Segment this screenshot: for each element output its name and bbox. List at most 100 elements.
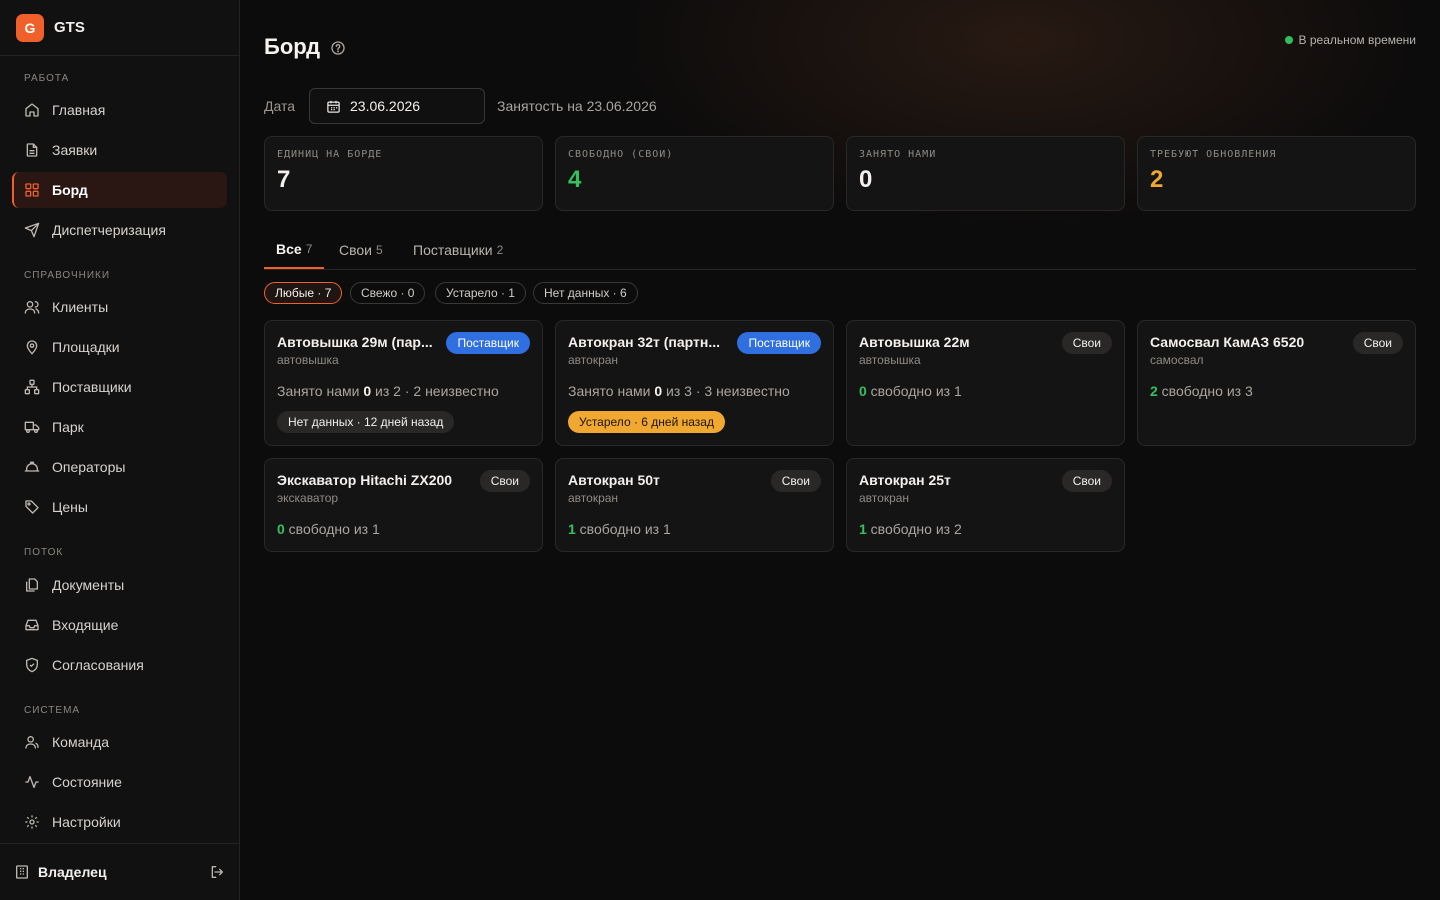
card-availability: 1 свободно из 2 (859, 521, 962, 537)
shield-check-icon (26, 657, 38, 673)
grid-icon (25, 183, 39, 197)
freshness-badge: Устарело · 6 дней назад (568, 411, 725, 433)
tab-all[interactable]: Все 7 (264, 230, 325, 269)
stat-free-own: СВОБОДНО (СВОИ) 4 (555, 136, 834, 211)
equipment-card[interactable]: Автокран 25т автокран Свои 1 свободно из… (846, 458, 1125, 552)
stat-label: ЕДИНИЦ НА БОРДЕ (277, 149, 383, 160)
card-availability: 1 свободно из 1 (568, 521, 671, 537)
live-indicator: В реальном времени (1284, 33, 1416, 47)
availability-count: 1 (568, 521, 576, 537)
filter-chip-fresh[interactable]: Свежо · 0 (350, 282, 426, 304)
sidebar-item-team[interactable]: Команда (12, 724, 227, 760)
sidebar-item-clients[interactable]: Клиенты (12, 289, 227, 325)
calendar-icon (327, 100, 340, 113)
card-title: Автокран 50т (568, 472, 660, 488)
stat-value: 7 (277, 166, 291, 193)
help-icon[interactable] (330, 40, 346, 56)
sidebar-item-approvals[interactable]: Согласования (12, 647, 227, 683)
own-badge: Свои (479, 470, 530, 492)
sidebar-footer: Владелец (0, 843, 239, 900)
availability-count: 0 (277, 521, 285, 537)
equipment-card[interactable]: Самосвал КамАЗ 6520 самосвал Свои 2 своб… (1137, 320, 1416, 446)
stat-value: 4 (568, 166, 582, 193)
live-label: В реальном времени (1298, 33, 1416, 47)
tab-count: 2 (496, 242, 504, 257)
filter-chip-no-data[interactable]: Нет данных · 6 (533, 282, 638, 304)
availability-count: 0 (654, 383, 663, 399)
sidebar-item-inbox[interactable]: Входящие (12, 607, 227, 643)
stat-label: СВОБОДНО (СВОИ) (568, 149, 674, 160)
equipment-card[interactable]: Автокран 32т (партн... автокран Поставщи… (555, 320, 834, 446)
section-label-work: РАБОТА (24, 73, 70, 84)
home-icon (25, 103, 39, 117)
sidebar-item-label: Входящие (52, 617, 119, 633)
filter-chip-stale[interactable]: Устарело · 1 (435, 282, 526, 304)
sidebar-item-status[interactable]: Состояние (12, 764, 227, 800)
equipment-card[interactable]: Автокран 50т автокран Свои 1 свободно из… (555, 458, 834, 552)
live-dot (1284, 36, 1293, 44)
tab-label: Поставщики (413, 241, 493, 258)
card-title: Автовышка 29м (пар... (277, 334, 433, 350)
logout-icon[interactable] (209, 864, 225, 880)
sidebar-item-label: Операторы (52, 459, 126, 475)
sidebar-item-board[interactable]: Борд (12, 172, 227, 208)
stat-value: 2 (1150, 166, 1164, 193)
sidebar-item-fleet[interactable]: Парк (12, 409, 227, 445)
sidebar-item-label: Цены (52, 499, 88, 515)
card-title: Автовышка 22м (859, 334, 970, 350)
freshness-badge: Нет данных · 12 дней назад (277, 411, 455, 433)
section-label-directories: СПРАВОЧНИКИ (24, 270, 111, 281)
occupancy-label: Занятость на 23.06.2026 (497, 98, 657, 114)
equipment-card[interactable]: Автовышка 29м (пар... автовышка Поставщи… (264, 320, 543, 446)
sidebar-item-home[interactable]: Главная (12, 92, 227, 128)
stat-label: ТРЕБУЮТ ОБНОВЛЕНИЯ (1150, 149, 1277, 160)
current-user[interactable]: Владелец (38, 864, 209, 880)
tag-icon (25, 500, 39, 514)
stat-label: ЗАНЯТО НАМИ (859, 149, 937, 160)
files-icon (26, 578, 38, 592)
availability-suffix: свободно из 1 (284, 521, 380, 537)
card-availability: 0 свободно из 1 (859, 383, 962, 399)
availability-suffix: из 2 · 2 неизвестно (371, 383, 499, 399)
sidebar-item-operators[interactable]: Операторы (12, 449, 227, 485)
sidebar-item-sites[interactable]: Площадки (12, 329, 227, 365)
own-badge: Свои (1061, 332, 1112, 354)
card-title: Автокран 32т (партн... (568, 334, 721, 350)
sidebar-item-suppliers[interactable]: Поставщики (12, 369, 227, 405)
card-title: Самосвал КамАЗ 6520 (1150, 334, 1305, 350)
tab-bar: Все 7 Свои 5 Поставщики 2 (264, 230, 1416, 270)
page-title: Борд (264, 34, 321, 59)
sidebar-item-label: Согласования (52, 657, 144, 673)
building-icon (16, 865, 28, 879)
tab-own[interactable]: Свои 5 (339, 230, 383, 269)
sidebar-item-label: Поставщики (52, 379, 132, 395)
equipment-card[interactable]: Экскаватор Hitachi ZX200 экскаватор Свои… (264, 458, 543, 552)
availability-suffix: из 3 · 3 неизвестно (662, 383, 790, 399)
brand[interactable]: G GTS (0, 0, 239, 56)
date-picker[interactable]: 23.06.2026 (309, 88, 485, 124)
sidebar-item-prices[interactable]: Цены (12, 489, 227, 525)
supplier-badge: Поставщик (446, 332, 530, 354)
sidebar-item-label: Диспетчеризация (52, 222, 166, 238)
card-title: Автокран 25т (859, 472, 951, 488)
sidebar-item-label: Состояние (52, 774, 122, 790)
card-type: автокран (859, 491, 910, 505)
map-pin-icon (26, 340, 38, 355)
stat-units-on-board: ЕДИНИЦ НА БОРДЕ 7 (264, 136, 543, 211)
availability-suffix: свободно из 2 (866, 521, 962, 537)
tab-count: 5 (376, 242, 383, 257)
sidebar-item-requests[interactable]: Заявки (12, 132, 227, 168)
sidebar-item-label: Заявки (52, 142, 98, 158)
sidebar-item-settings[interactable]: Настройки (12, 804, 227, 840)
sidebar-item-dispatch[interactable]: Диспетчеризация (12, 212, 227, 248)
filter-chip-any[interactable]: Любые · 7 (264, 282, 343, 304)
gear-icon (25, 815, 39, 829)
availability-prefix: Занято нами (277, 383, 364, 399)
equipment-card[interactable]: Автовышка 22м автовышка Свои 0 свободно … (846, 320, 1125, 446)
tab-suppliers[interactable]: Поставщики 2 (413, 230, 503, 269)
sidebar-item-documents[interactable]: Документы (12, 567, 227, 603)
document-icon (26, 143, 38, 157)
tab-count: 7 (305, 241, 313, 256)
tab-label: Свои (339, 241, 372, 258)
card-title: Экскаватор Hitachi ZX200 (277, 472, 453, 488)
